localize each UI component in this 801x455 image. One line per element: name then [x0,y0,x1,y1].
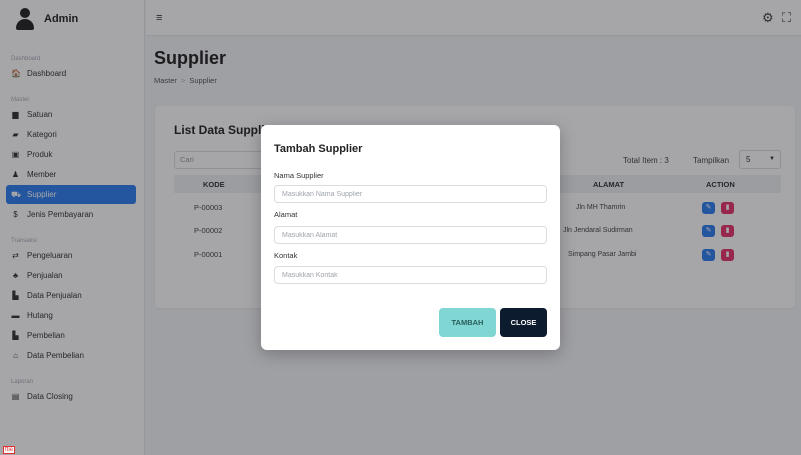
corner-tag: ftie [3,446,16,454]
contact-label: Kontak [274,251,298,260]
supplier-name-label: Nama Supplier [274,171,324,180]
supplier-name-input[interactable] [274,185,547,203]
modal-title: Tambah Supplier [274,143,363,155]
address-input[interactable] [274,226,547,244]
contact-input[interactable] [274,266,547,284]
address-label: Alamat [274,210,298,219]
add-supplier-modal: Tambah Supplier Nama Supplier Alamat Kon… [261,125,560,350]
close-button[interactable]: CLOSE [500,308,547,337]
tambah-button[interactable]: TAMBAH [439,308,496,337]
